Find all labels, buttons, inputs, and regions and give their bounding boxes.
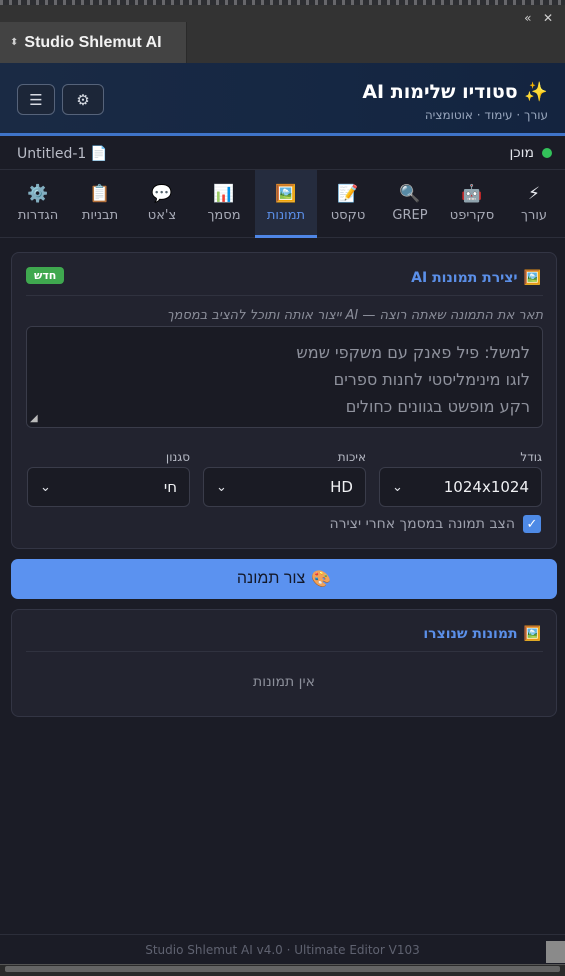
status-bar: Untitled-1 📄 מוכן [0, 136, 565, 170]
style-select[interactable]: ⌄ חי [27, 467, 190, 507]
card-title-text: תמונות שנוצרו [423, 626, 518, 642]
clipboard-icon: 📋 [89, 184, 111, 204]
memo-icon: 📝 [337, 184, 359, 204]
panel-tab-title: Studio Shlemut AI [24, 33, 162, 51]
tab-images[interactable]: 🖼️ תמונות [255, 170, 317, 238]
tab-label: מסמך [207, 208, 241, 223]
tab-chat[interactable]: 💬 צ'אט [131, 170, 193, 237]
picture-icon: 🖼️ [275, 184, 297, 204]
image-prompt-input[interactable] [26, 326, 543, 428]
quality-value: HD [330, 478, 353, 496]
card-title: 🖼️ יצירת תמונות AI [411, 270, 541, 286]
quality-label: איכות [337, 450, 366, 464]
picture-icon: 🖼️ [523, 270, 541, 286]
app-title-text: סטודיו שלימות AI [362, 81, 518, 103]
tab-document[interactable]: 📊 מסמך [193, 170, 255, 237]
status-indicator: מוכן [509, 145, 552, 161]
tab-text[interactable]: 📝 טקסט [317, 170, 379, 237]
tab-label: תבניות [81, 208, 119, 223]
empty-state-text: אין תמונות [253, 674, 315, 690]
document-icon: 📄 [90, 146, 108, 162]
robot-icon: 🤖 [461, 184, 483, 204]
sparkles-icon: ✨ [524, 81, 548, 103]
picture-icon: 🖼️ [523, 626, 541, 642]
status-text: מוכן [509, 145, 534, 161]
size-select[interactable]: ⌄ 1024x1024 [379, 467, 542, 507]
chevron-down-icon: ⌄ [216, 479, 227, 495]
size-value: 1024x1024 [443, 478, 529, 496]
generated-images-card: 🖼️ תמונות שנוצרו אין תמונות [11, 609, 557, 717]
tab-script[interactable]: 🤖 סקריפט [441, 170, 503, 237]
app-subtitle: עורך · עימוד · אוטומציה [424, 108, 548, 122]
divider [26, 651, 543, 652]
tab-bar: ⚡ עורך 🤖 סקריפט 🔍 GREP 📝 טקסט 🖼️ תמונות 📊 מסמך… [0, 170, 565, 238]
tab-label: סקריפט [449, 208, 495, 223]
collapse-icon[interactable]: « [524, 11, 531, 25]
footer: Studio Shlemut AI v4.0 · Ultimate Editor… [0, 934, 565, 964]
chevron-down-icon: ⌄ [40, 479, 51, 495]
gear-icon: ⚙️ [27, 184, 49, 204]
menu-icon: ☰ [29, 90, 43, 109]
panel-tab[interactable]: ⬍ Studio Shlemut AI [0, 22, 187, 63]
document-name: Untitled-1 [17, 146, 87, 162]
tab-label: הגדרות [17, 208, 59, 223]
new-badge: חדש [26, 267, 65, 284]
palette-icon: 🎨 [311, 571, 332, 588]
tab-grep[interactable]: 🔍 GREP [379, 170, 441, 237]
tab-editor[interactable]: ⚡ עורך [503, 170, 565, 237]
app-title: ✨ סטודיו שלימות AI [362, 80, 548, 103]
gear-icon: ⚙ [76, 90, 90, 109]
panel-controls[interactable]: « ✕ [524, 11, 553, 25]
generate-image-label: צור תמונה [236, 570, 306, 587]
app-header: ☰ ⚙ ✨ סטודיו שלימות AI עורך · עימוד · או… [0, 63, 565, 136]
image-generation-card: חדש 🖼️ יצירת תמונות AI תאר את התמונה שאת… [11, 252, 557, 549]
settings-button[interactable]: ⚙ [62, 84, 104, 115]
document-indicator[interactable]: Untitled-1 📄 [17, 146, 108, 162]
divider [26, 295, 543, 296]
tab-label: טקסט [330, 208, 366, 223]
resize-corner[interactable] [546, 941, 565, 963]
resize-grip-icon[interactable]: ◢ [30, 413, 38, 424]
place-image-checkbox[interactable]: ✓ [523, 515, 541, 533]
card-title: 🖼️ תמונות שנוצרו [423, 626, 541, 642]
style-label: סגנון [165, 450, 190, 464]
card-title-text: יצירת תמונות AI [411, 270, 518, 286]
tab-templates[interactable]: 📋 תבניות [69, 170, 131, 237]
tab-label: עורך [521, 208, 547, 223]
size-label: גודל [520, 450, 542, 464]
tab-settings[interactable]: ⚙️ הגדרות [7, 170, 69, 237]
generate-image-button[interactable]: 🎨 צור תמונה [11, 559, 557, 599]
search-icon: 🔍 [399, 184, 421, 204]
chevron-down-icon: ⌄ [392, 479, 403, 495]
scrollbar-thumb[interactable] [5, 966, 560, 972]
quality-select[interactable]: ⌄ HD [203, 467, 366, 507]
tab-label: תמונות [266, 208, 306, 223]
close-icon[interactable]: ✕ [543, 11, 553, 25]
tab-label: GREP [392, 208, 428, 223]
lightning-icon: ⚡ [528, 184, 540, 204]
style-value: חי [163, 478, 177, 496]
speech-bubble-icon: 💬 [151, 184, 173, 204]
prompt-hint: תאר את התמונה שאתה רוצה — AI ייצור אותה … [166, 308, 543, 323]
menu-button[interactable]: ☰ [17, 84, 55, 115]
chart-icon: 📊 [213, 184, 235, 204]
status-dot [542, 148, 552, 158]
place-image-label: הצב תמונה במסמך אחרי יצירה [329, 516, 516, 532]
tab-label: צ'אט [147, 208, 177, 223]
place-image-option[interactable]: ✓ הצב תמונה במסמך אחרי יצירה [329, 515, 541, 533]
reorder-icon: ⬍ [10, 37, 19, 48]
